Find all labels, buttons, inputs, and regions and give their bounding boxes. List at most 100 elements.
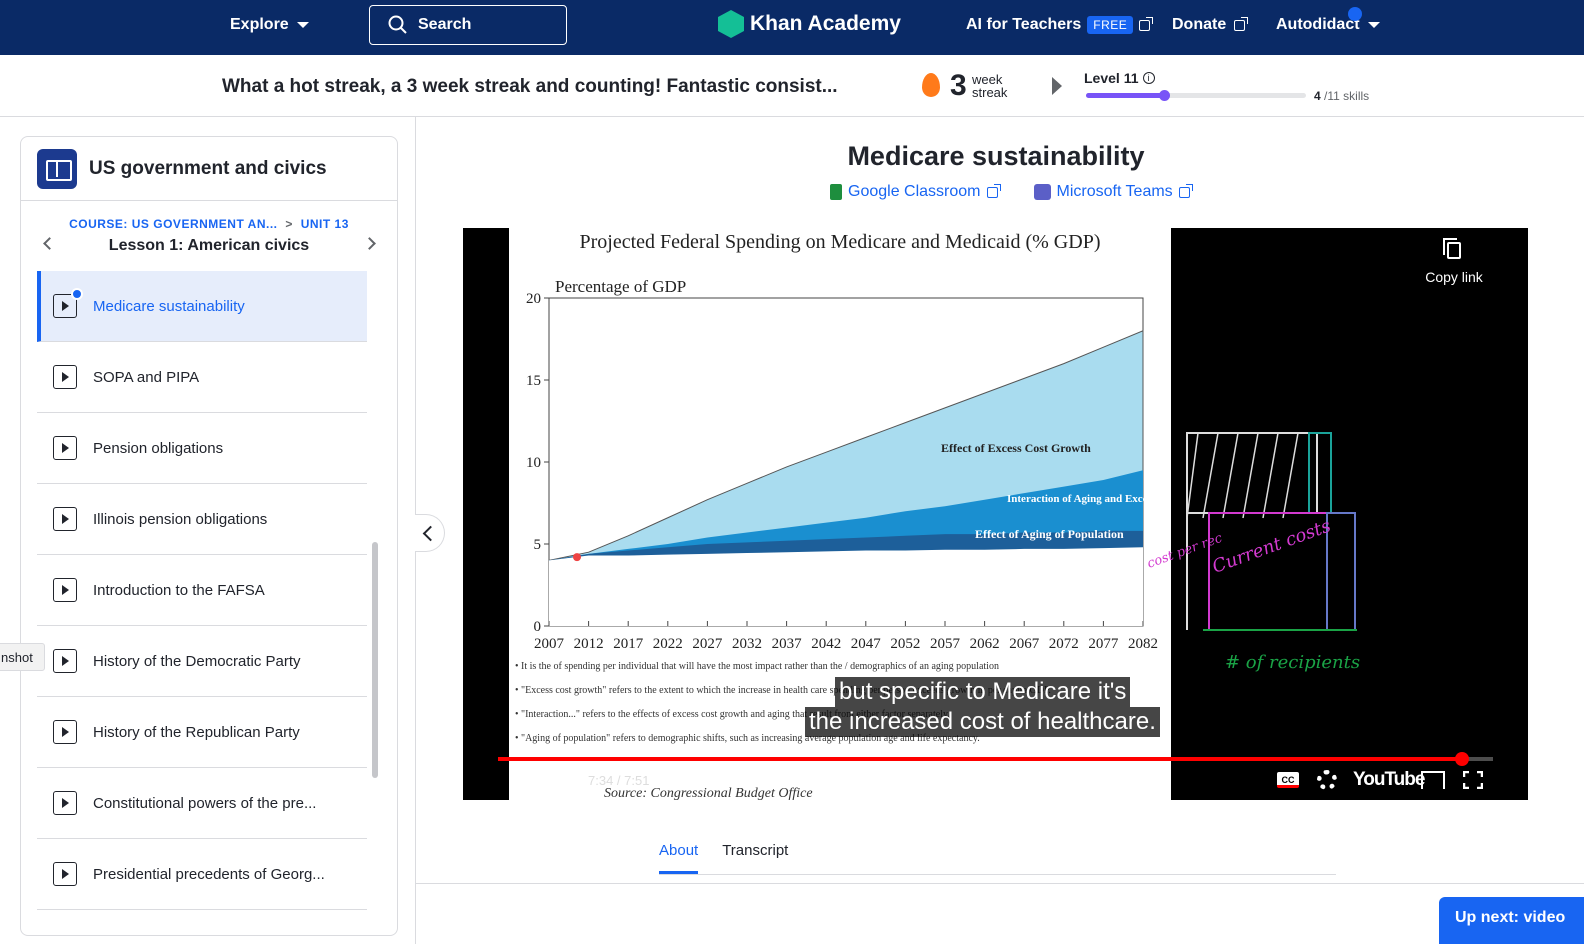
lesson-item-label: Medicare sustainability <box>93 297 245 315</box>
lesson-item[interactable]: Presidential precedents of Georg... <box>37 839 367 910</box>
explore-label: Explore <box>230 16 289 33</box>
course-header[interactable]: US government and civics <box>21 137 397 201</box>
user-name: Autodidact <box>1276 16 1360 33</box>
level-progress-bar <box>1086 90 1306 101</box>
streak-unit: week streak <box>972 73 1007 99</box>
video-player[interactable]: Projected Federal Spending on Medicare a… <box>463 228 1528 800</box>
copy-icon <box>1443 238 1461 259</box>
video-play-icon <box>53 365 77 389</box>
microsoft-teams-link[interactable]: Microsoft Teams <box>1033 183 1193 201</box>
video-play-icon <box>53 578 77 602</box>
skills-count: 4 /11 skills <box>1314 89 1369 103</box>
lesson-item[interactable]: Illinois pension obligations <box>37 484 367 555</box>
user-menu[interactable]: Autodidact <box>1276 16 1380 34</box>
google-classroom-link[interactable]: Google Classroom <box>830 183 1001 201</box>
lesson-items-list: Medicare sustainability SOPA and PIPA Pens… <box>37 271 367 910</box>
streak-message: What a hot streak, a 3 week streak and c… <box>222 76 838 97</box>
section-divider <box>416 883 1584 884</box>
annotation-current-costs: Current costs <box>1210 515 1334 577</box>
lesson-item-label: Pension obligations <box>93 439 224 457</box>
microsoft-teams-icon <box>1033 184 1051 200</box>
tab-transcript[interactable]: Transcript <box>722 842 788 875</box>
completed-check-icon <box>71 288 83 300</box>
search-label: Search <box>418 16 472 33</box>
top-nav: Explore Search Khan Academy AI for Teach… <box>0 0 1584 55</box>
lesson-item[interactable]: Introduction to the FAFSA <box>37 555 367 626</box>
info-icon[interactable]: i <box>1142 72 1155 84</box>
video-play-icon <box>53 862 77 886</box>
breadcrumb-unit-link[interactable]: UNIT 13 <box>301 217 349 231</box>
collapse-sidebar-button[interactable] <box>415 514 445 552</box>
scrollbar-thumb[interactable] <box>372 542 378 778</box>
tooltip: nshot <box>0 643 45 671</box>
logo-text: Khan Academy <box>750 12 901 35</box>
lesson-item[interactable]: Constitutional powers of the pre... <box>37 768 367 839</box>
google-classroom-icon <box>830 184 842 200</box>
lesson-item-label: Presidential precedents of Georg... <box>93 865 325 883</box>
level-label: Level 11 i <box>1084 70 1155 86</box>
breadcrumb-course-link[interactable]: COURSE: US GOVERNMENT AN... <box>69 217 277 231</box>
free-badge: FREE <box>1087 16 1134 34</box>
video-title: Medicare sustainability <box>847 141 1145 171</box>
lesson-item[interactable]: History of the Republican Party <box>37 697 367 768</box>
lesson-item-label: History of the Democratic Party <box>93 652 301 670</box>
lesson-item[interactable]: Medicare sustainability <box>37 271 367 342</box>
copy-link-label: Copy link <box>1425 269 1483 285</box>
lesson-item-label: SOPA and PIPA <box>93 368 200 386</box>
streak-bar: What a hot streak, a 3 week streak and c… <box>0 55 1584 117</box>
video-play-icon <box>53 720 77 744</box>
play-button[interactable] <box>513 773 529 791</box>
tabs-underline <box>659 874 1336 875</box>
notification-dot <box>1348 7 1362 21</box>
chevron-down-icon <box>296 22 309 28</box>
ai-for-teachers-link[interactable]: AI for Teachers FREE <box>966 16 1154 34</box>
video-time: 7:34 / 7:51 <box>588 773 650 788</box>
level-text: Level 11 <box>1084 70 1139 86</box>
video-play-icon <box>53 288 83 318</box>
lesson-item-label: Illinois pension obligations <box>93 510 268 528</box>
up-next-video-button[interactable]: Up next: video <box>1439 897 1584 944</box>
lesson-item-label: Constitutional powers of the pre... <box>93 794 317 812</box>
tab-about[interactable]: About <box>659 842 699 875</box>
search-button[interactable]: Search <box>369 5 567 45</box>
khan-academy-logo[interactable]: Khan Academy <box>718 10 901 38</box>
caption-line-1: but specific to Medicare it's <box>835 677 1131 707</box>
streak-unit-streak: streak <box>972 85 1008 100</box>
external-link-icon <box>1139 16 1154 31</box>
lesson-item-label: History of the Republican Party <box>93 723 300 741</box>
explore-menu[interactable]: Explore <box>230 16 309 34</box>
lesson-item[interactable]: History of the Democratic Party <box>37 626 367 697</box>
microsoft-teams-label: Microsoft Teams <box>1056 183 1173 200</box>
external-link-icon <box>1178 183 1193 198</box>
video-play-icon <box>53 649 77 673</box>
breadcrumb-separator: > <box>285 217 293 231</box>
lesson-item[interactable]: SOPA and PIPA <box>37 342 367 413</box>
google-classroom-label: Google Classroom <box>848 183 981 200</box>
volume-icon[interactable] <box>551 771 575 793</box>
video-play-icon <box>53 436 77 460</box>
lesson-item[interactable]: Pension obligations <box>37 413 367 484</box>
video-play-icon <box>53 507 77 531</box>
youtube-logo[interactable]: YouTube <box>1353 769 1425 791</box>
skills-done: 4 <box>1314 89 1321 103</box>
content-tabs: About Transcript <box>659 842 788 875</box>
book-icon <box>37 148 77 189</box>
airplay-icon[interactable] <box>1421 771 1445 789</box>
course-title: US government and civics <box>89 157 327 179</box>
cc-button[interactable]: CC <box>1277 772 1299 788</box>
caption-line-2: the increased cost of healthcare. <box>805 707 1160 737</box>
donate-link[interactable]: Donate <box>1172 16 1249 34</box>
search-icon <box>388 15 407 34</box>
fullscreen-icon[interactable] <box>1463 771 1483 789</box>
video-progress-bar[interactable] <box>498 752 1493 766</box>
play-arrow-icon[interactable] <box>1052 77 1062 95</box>
copy-link-button[interactable]: Copy link <box>1425 238 1483 285</box>
external-link-icon <box>1234 16 1249 31</box>
flame-icon <box>922 73 940 97</box>
share-links: Google Classroom Microsoft Teams <box>830 183 1193 201</box>
donate-label: Donate <box>1172 16 1227 33</box>
breadcrumb: COURSE: US GOVERNMENT AN... > UNIT 13 <box>21 217 397 231</box>
skills-total: /11 skills <box>1324 89 1370 103</box>
settings-gear-icon[interactable] <box>1317 770 1337 790</box>
annotation-num-recipients: # of recipients <box>1225 652 1360 673</box>
